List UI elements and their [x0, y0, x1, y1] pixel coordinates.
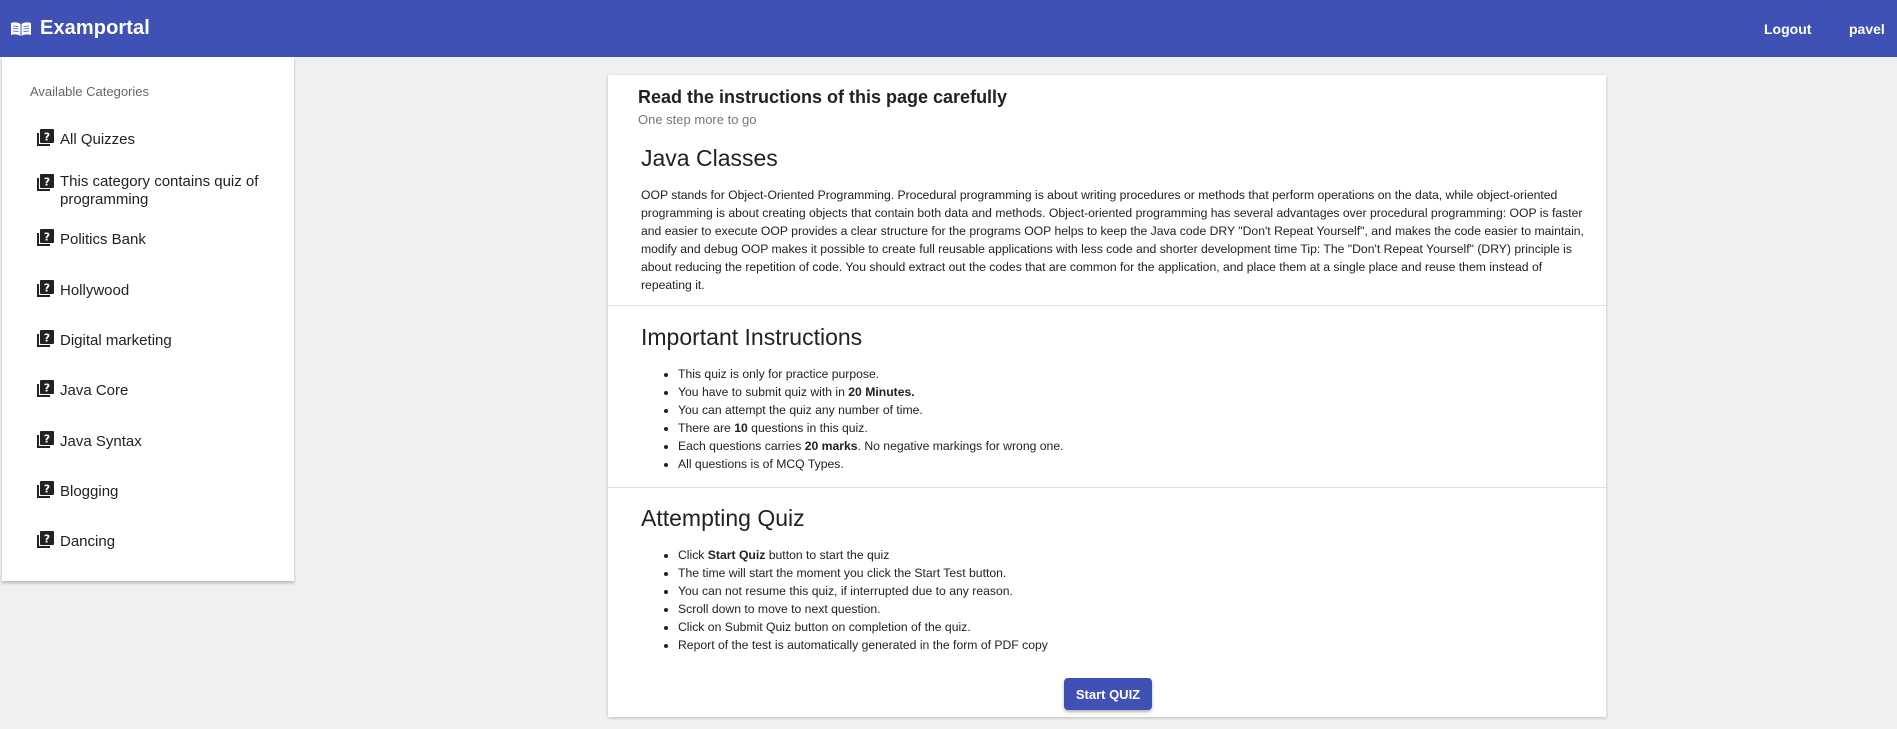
- sidebar-item-label: Politics Bank: [60, 231, 146, 248]
- sidebar-item-label: All Quizzes: [60, 131, 136, 148]
- card-subtitle: One step more to go: [638, 112, 757, 127]
- sidebar-item-label: Hollywood: [60, 282, 130, 299]
- top-navbar: Examportal Logout pavel: [0, 0, 1897, 57]
- list-item: You can attempt the quiz any number of t…: [678, 401, 1064, 419]
- list-item: Click on Submit Quiz button on completio…: [678, 618, 1048, 636]
- sidebar-item-label: Blogging: [60, 483, 119, 500]
- attempting-quiz-heading: Attempting Quiz: [641, 505, 805, 531]
- quiz-icon: ?: [37, 431, 54, 448]
- sidebar-item-all-quizzes[interactable]: ? All Quizzes: [36, 129, 276, 149]
- list-item: This quiz is only for practice purpose.: [678, 365, 1064, 383]
- important-instructions-list: This quiz is only for practice purpose. …: [641, 365, 1064, 473]
- quiz-description: OOP stands for Object-Oriented Programmi…: [641, 188, 1584, 292]
- quiz-icon: ?: [37, 174, 54, 191]
- list-item: You can not resume this quiz, if interru…: [678, 582, 1048, 600]
- quiz-icon: ?: [37, 481, 54, 498]
- sidebar-item-java-syntax[interactable]: ? Java Syntax: [36, 431, 276, 451]
- svg-text:?: ?: [44, 433, 50, 446]
- sidebar-item-dancing[interactable]: ? Dancing: [36, 531, 276, 551]
- svg-text:?: ?: [44, 176, 50, 189]
- list-item: The time will start the moment you click…: [678, 564, 1048, 582]
- quiz-icon: ?: [37, 531, 54, 548]
- quiz-icon: ?: [37, 129, 54, 146]
- sidebar-item-label: Dancing: [60, 533, 116, 550]
- sidebar-item-blogging[interactable]: ? Blogging: [36, 481, 276, 501]
- attempting-quiz-list: Click Start Quiz button to start the qui…: [641, 546, 1048, 654]
- book-open-icon: [11, 21, 31, 36]
- sidebar-item-politics-bank[interactable]: ? Politics Bank: [36, 229, 276, 249]
- svg-text:?: ?: [44, 282, 50, 295]
- list-item: Each questions carries 20 marks. No nega…: [678, 437, 1064, 455]
- section-divider: [608, 305, 1606, 306]
- important-instructions-heading: Important Instructions: [641, 324, 863, 350]
- svg-text:?: ?: [44, 231, 50, 244]
- sidebar-item-digital-marketing[interactable]: ? Digital marketing: [36, 330, 276, 350]
- logout-link[interactable]: Logout: [1764, 0, 1811, 57]
- svg-text:?: ?: [44, 332, 50, 345]
- sidebar-item-label: Digital marketing: [60, 332, 172, 349]
- sidebar-item-programming[interactable]: ? This category contains quiz of program…: [36, 173, 276, 209]
- brand-title: Examportal: [40, 17, 150, 39]
- quiz-icon: ?: [37, 330, 54, 347]
- categories-sidebar: Available Categories ? All Quizzes ? Thi…: [2, 57, 294, 581]
- list-item: You have to submit quiz with in 20 Minut…: [678, 383, 1064, 401]
- section-divider: [608, 487, 1606, 488]
- username-link[interactable]: pavel: [1849, 0, 1885, 57]
- quiz-icon: ?: [37, 229, 54, 246]
- list-item: Scroll down to move to next question.: [678, 600, 1048, 618]
- sidebar-item-java-core[interactable]: ? Java Core: [36, 380, 276, 400]
- sidebar-item-hollywood[interactable]: ? Hollywood: [36, 280, 276, 300]
- svg-text:?: ?: [44, 483, 50, 496]
- quiz-icon: ?: [37, 380, 54, 397]
- sidebar-heading: Available Categories: [30, 84, 149, 99]
- sidebar-item-label: This category contains quiz of programmi…: [60, 173, 259, 208]
- card-title: Read the instructions of this page caref…: [638, 87, 1008, 107]
- list-item: There are 10 questions in this quiz.: [678, 419, 1064, 437]
- instructions-card: Read the instructions of this page caref…: [608, 75, 1606, 717]
- start-quiz-button[interactable]: Start QUIZ: [1064, 678, 1152, 710]
- svg-text:?: ?: [44, 533, 50, 546]
- quiz-icon: ?: [37, 280, 54, 297]
- list-item: Click Start Quiz button to start the qui…: [678, 546, 1048, 564]
- list-item: Report of the test is automatically gene…: [678, 636, 1048, 654]
- sidebar-item-label: Java Syntax: [60, 433, 142, 450]
- sidebar-item-label: Java Core: [60, 382, 129, 399]
- quiz-title: Java Classes: [641, 145, 778, 171]
- svg-text:?: ?: [44, 131, 50, 144]
- list-item: All questions is of MCQ Types.: [678, 455, 1064, 473]
- svg-text:?: ?: [44, 382, 50, 395]
- brand-link[interactable]: Examportal: [10, 0, 150, 57]
